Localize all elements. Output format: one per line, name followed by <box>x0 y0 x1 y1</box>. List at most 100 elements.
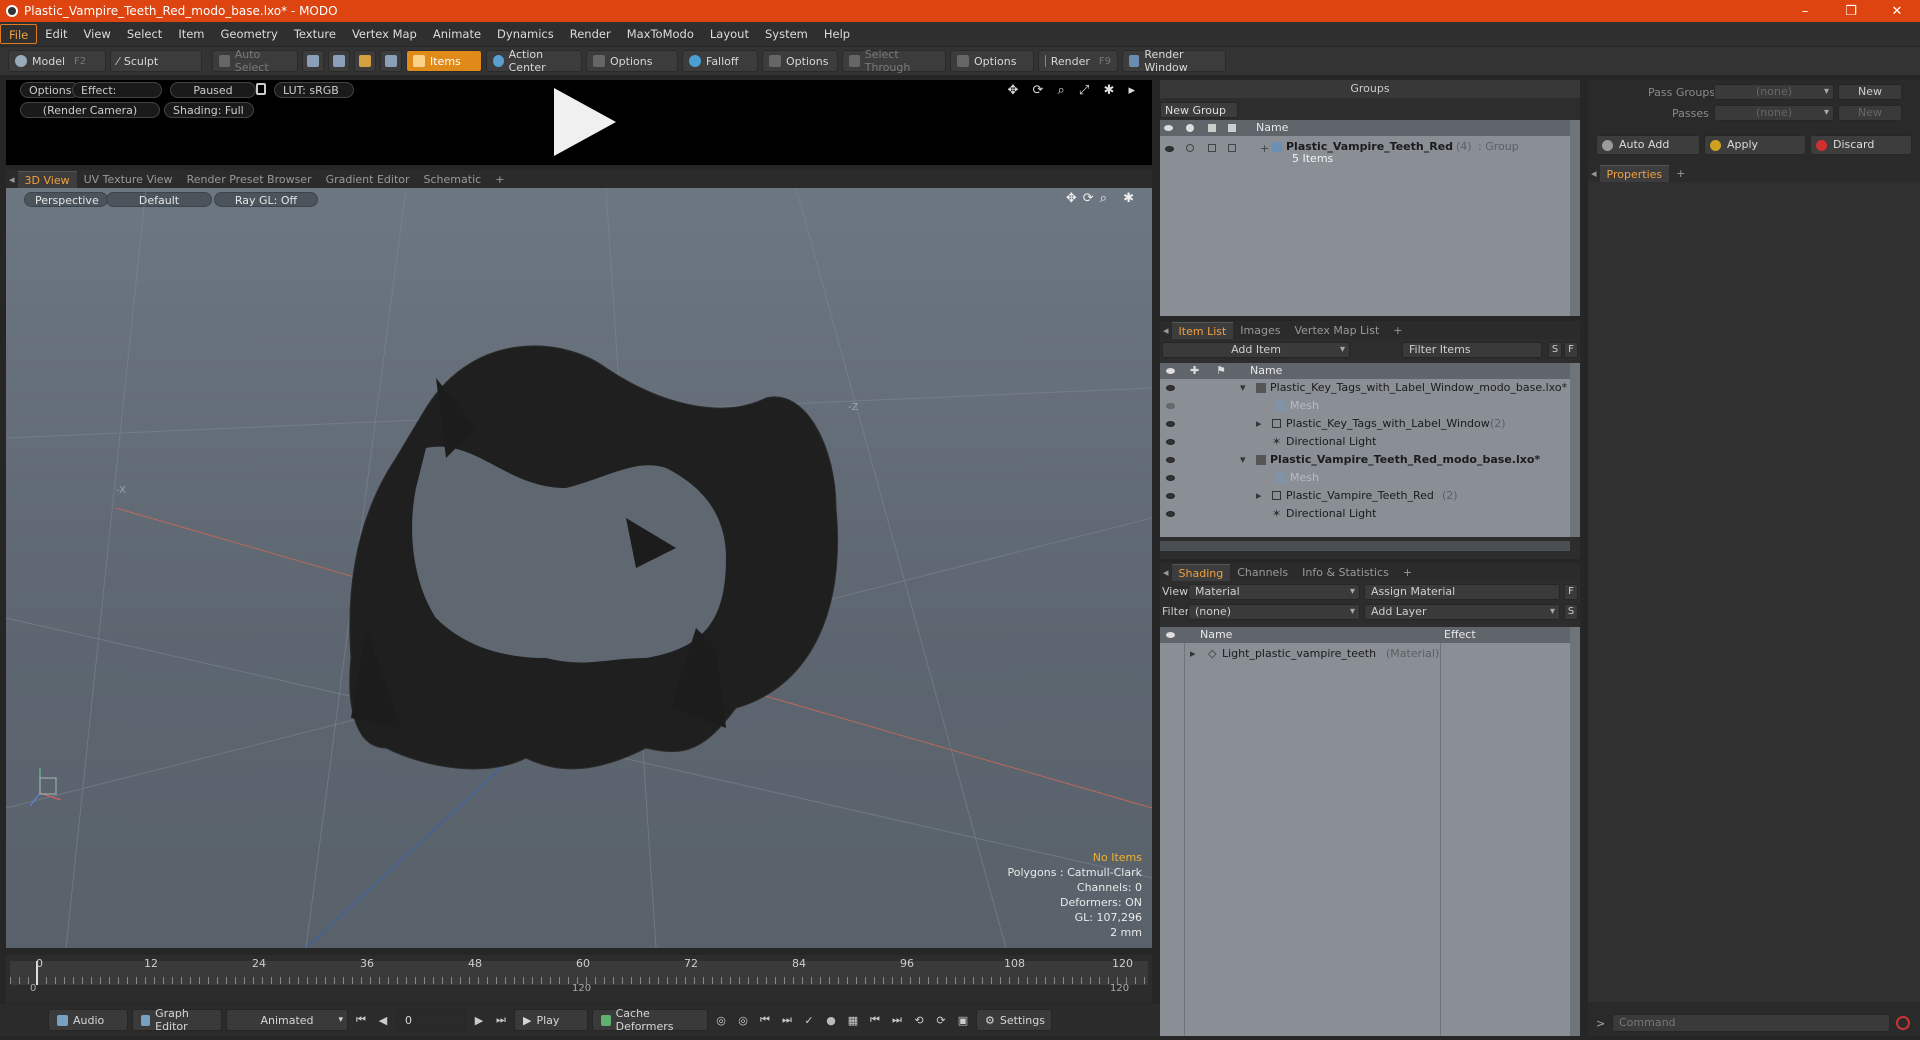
menu-select[interactable]: Select <box>119 24 170 44</box>
tab-channels[interactable]: Channels <box>1230 564 1295 581</box>
tab-item-list[interactable]: Item List <box>1171 322 1234 339</box>
visibility-eye-icon[interactable] <box>1166 385 1175 391</box>
select-toggle-icon[interactable] <box>1228 144 1236 152</box>
edges-mode-button[interactable] <box>328 50 350 72</box>
next-key-icon[interactable]: ⏭ <box>778 1011 796 1029</box>
record-icon[interactable]: ● <box>822 1011 840 1029</box>
command-input[interactable]: Command <box>1612 1014 1890 1032</box>
shading-s-button[interactable]: S <box>1564 604 1578 620</box>
next-frame-icon[interactable]: ▶ <box>470 1011 488 1029</box>
render-button[interactable]: Render F9 <box>1038 50 1118 72</box>
first-frame-icon[interactable]: ⏮ <box>352 1011 370 1029</box>
view-dropdown[interactable]: Material <box>1188 584 1360 600</box>
key-filter-icon[interactable]: ▦ <box>844 1011 862 1029</box>
new-pass-group-button[interactable]: New <box>1838 84 1902 100</box>
tab-properties[interactable]: Properties <box>1599 165 1670 182</box>
groups-name-column[interactable]: Name <box>1256 120 1288 136</box>
menu-file[interactable]: File <box>0 24 38 44</box>
materials-mode-button[interactable] <box>380 50 402 72</box>
render-window-button[interactable]: Render Window <box>1122 48 1226 74</box>
add-tab-button[interactable]: + <box>1396 564 1419 581</box>
menu-system[interactable]: System <box>757 24 816 44</box>
action-center-options-button[interactable]: Options <box>586 50 678 72</box>
shading-f-button[interactable]: F <box>1564 584 1578 600</box>
material-row[interactable]: ▸ ◇ Light_plastic_vampire_teeth (Materia… <box>1160 645 1570 663</box>
new-group-button[interactable]: New Group <box>1160 102 1238 118</box>
visibility-eye-icon[interactable] <box>1165 146 1174 152</box>
assign-material-button[interactable]: Assign Material <box>1364 584 1560 600</box>
minimize-button[interactable]: – <box>1782 0 1828 22</box>
itemlist-name-column[interactable]: Name <box>1250 363 1282 379</box>
prev-frame-icon[interactable]: ◀ <box>374 1011 392 1029</box>
frame-field[interactable]: 0 <box>396 1009 466 1031</box>
tab-images[interactable]: Images <box>1233 322 1287 339</box>
expand-arrow-icon[interactable]: ▸ <box>1256 487 1262 505</box>
list-item[interactable]: Mesh <box>1160 397 1570 415</box>
collapse-arrow-icon[interactable]: ▾ <box>1240 451 1246 469</box>
render-column-icon[interactable] <box>1186 124 1194 132</box>
pass-groups-dropdown[interactable]: (none) <box>1714 84 1834 100</box>
lock-column-icon[interactable] <box>1208 124 1216 132</box>
add-item-dropdown[interactable]: Add Item <box>1162 342 1350 358</box>
tab-schematic[interactable]: Schematic <box>417 171 489 188</box>
next-keyframe-icon[interactable]: ⏭ <box>888 1011 906 1029</box>
tab-gradient-editor[interactable]: Gradient Editor <box>319 171 417 188</box>
groups-scrollbar[interactable] <box>1570 120 1580 316</box>
timeline[interactable]: 0 12 24 36 48 60 72 84 96 108 120 0 120 … <box>6 955 1152 1003</box>
tag-column-icon[interactable]: ⚑ <box>1216 363 1226 379</box>
passes-dropdown[interactable]: (none) <box>1714 105 1834 121</box>
select-through-button[interactable]: Select Through <box>842 48 946 74</box>
prev-keyframe-icon[interactable]: ⏮ <box>866 1011 884 1029</box>
eye-column-icon[interactable] <box>1166 632 1175 638</box>
expand-arrow-icon[interactable]: ▸ <box>1256 415 1262 433</box>
key-tools-icon[interactable]: ◎ <box>712 1011 730 1029</box>
add-tab-button[interactable]: + <box>1669 165 1692 182</box>
menu-edit[interactable]: Edit <box>37 24 75 44</box>
auto-select-button[interactable]: Auto Select <box>212 48 298 74</box>
visibility-eye-icon[interactable] <box>1166 475 1175 481</box>
sculpt-button[interactable]: ⁄ Sculpt <box>110 50 202 72</box>
tab-uv-texture-view[interactable]: UV Texture View <box>77 171 180 188</box>
lut-dropdown[interactable]: LUT: sRGB <box>274 82 354 98</box>
menu-texture[interactable]: Texture <box>286 24 344 44</box>
expand-arrow-icon[interactable]: ▸ <box>1190 645 1196 663</box>
preview-paused-button[interactable]: Paused <box>170 82 256 98</box>
3d-viewport[interactable]: Perspective Default Ray GL: Off ✥⟳⌕ ✱ -X… <box>6 188 1152 948</box>
last-frame-icon[interactable]: ⏭ <box>492 1011 510 1029</box>
visibility-eye-icon[interactable] <box>1166 403 1175 409</box>
key-options-icon[interactable]: ◎ <box>734 1011 752 1029</box>
action-center-button[interactable]: Action Center <box>486 48 582 74</box>
preview-effect-dropdown[interactable]: Effect: (Shadi... <box>72 82 162 98</box>
new-pass-button[interactable]: New <box>1838 105 1902 121</box>
itemlist-hscrollbar[interactable] <box>1160 541 1570 551</box>
add-layer-dropdown[interactable]: Add Layer <box>1364 604 1560 620</box>
filter-dropdown[interactable]: (none) <box>1188 604 1360 620</box>
animated-dropdown[interactable]: Animated ▾ <box>226 1009 348 1031</box>
tab-info-statistics[interactable]: Info & Statistics <box>1295 564 1396 581</box>
polygons-mode-button[interactable] <box>354 50 376 72</box>
eye-column-icon[interactable] <box>1164 125 1173 131</box>
maximize-button[interactable]: ❐ <box>1828 0 1874 22</box>
menu-view[interactable]: View <box>76 24 119 44</box>
tab-3d-view[interactable]: 3D View <box>17 171 77 188</box>
menu-geometry[interactable]: Geometry <box>213 24 286 44</box>
shading-dropdown[interactable]: Shading: Full <box>164 102 254 118</box>
expand-icon[interactable]: + <box>1260 140 1269 158</box>
visibility-eye-icon[interactable] <box>1166 439 1175 445</box>
filter-items-input[interactable]: Filter Items <box>1402 342 1542 358</box>
group-row[interactable]: + Plastic_Vampire_Teeth_Red (4) : Group … <box>1160 138 1570 170</box>
list-item[interactable]: ✶ Directional Light <box>1160 433 1570 451</box>
shading-effect-column[interactable]: Effect <box>1444 627 1476 643</box>
list-item[interactable]: ✶ Directional Light <box>1160 505 1570 523</box>
close-button[interactable]: ✕ <box>1874 0 1920 22</box>
loop-icon[interactable]: ⟲ <box>910 1011 928 1029</box>
visibility-eye-icon[interactable] <box>1166 457 1175 463</box>
sync-icon[interactable]: ⟳ <box>932 1011 950 1029</box>
visibility-eye-icon[interactable] <box>1166 493 1175 499</box>
list-item[interactable]: Mesh <box>1160 469 1570 487</box>
render-camera-dropdown[interactable]: (Render Camera) <box>20 102 160 118</box>
visibility-eye-icon[interactable] <box>1166 511 1175 517</box>
tab-shading[interactable]: Shading <box>1171 564 1231 581</box>
menu-vertex-map[interactable]: Vertex Map <box>344 24 425 44</box>
add-tab-button[interactable]: + <box>488 171 511 188</box>
